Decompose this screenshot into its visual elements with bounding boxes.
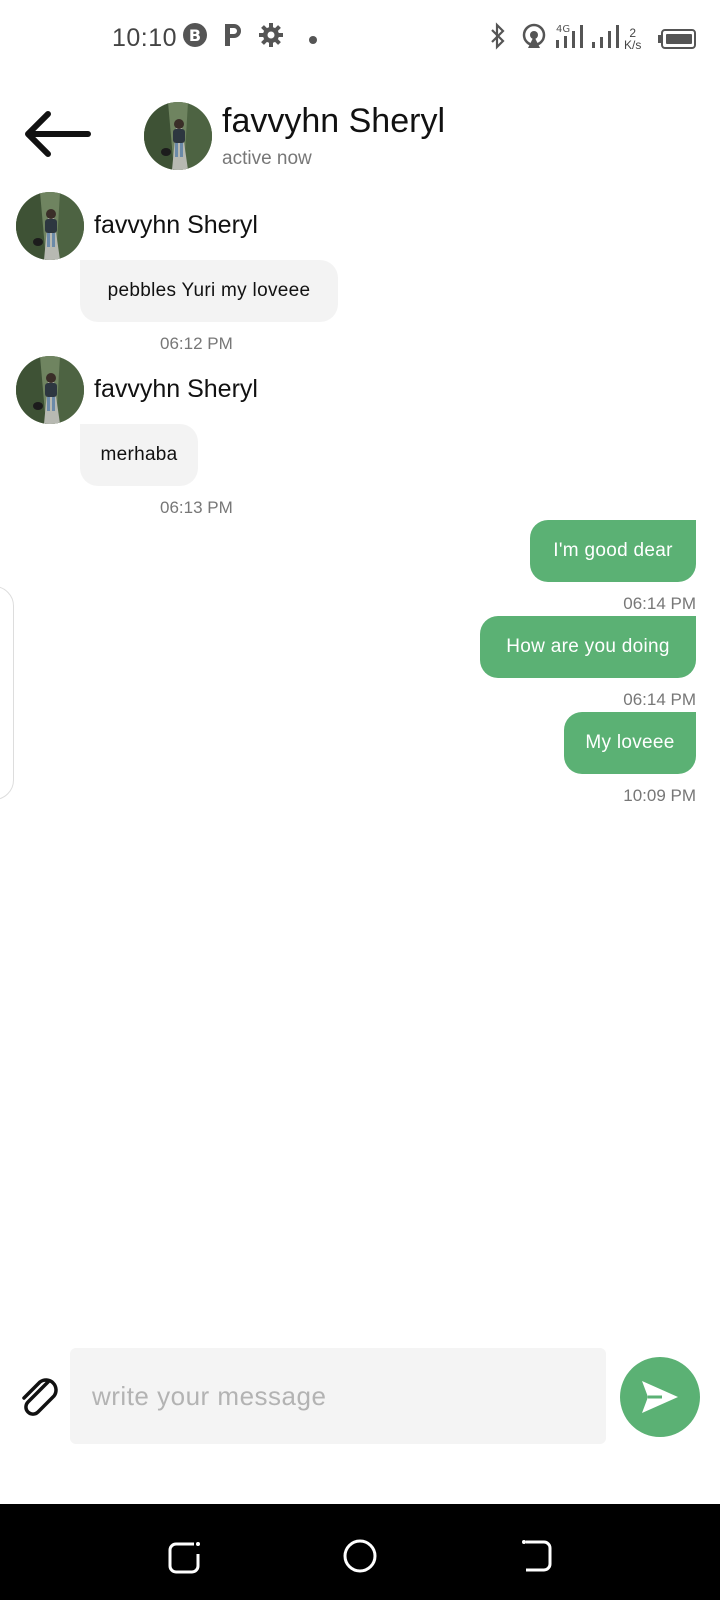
status-time: 10:10 (112, 24, 178, 52)
sender-avatar[interactable] (16, 192, 84, 260)
system-nav-bar (0, 1504, 720, 1600)
avatar-image (16, 192, 84, 260)
svg-text:B: B (189, 26, 201, 45)
outgoing-message-bubble[interactable]: My loveee (564, 712, 696, 774)
send-button[interactable] (620, 1357, 700, 1437)
side-drawer-handle[interactable] (0, 586, 14, 800)
recent-apps-icon[interactable] (164, 1536, 204, 1576)
network-speed: 2 K/s (624, 26, 642, 52)
avatar-image (16, 356, 84, 424)
message-text: My loveee (585, 732, 675, 753)
outgoing-message-bubble[interactable]: I'm good dear (530, 520, 696, 582)
back-arrow-icon[interactable] (22, 106, 92, 162)
message-sender-name: favvyhn Sheryl (94, 375, 258, 403)
message-sender-name: favvyhn Sheryl (94, 211, 258, 239)
bluetooth-icon (491, 22, 505, 50)
signal-4g-icon: 4G (556, 24, 583, 48)
contact-avatar[interactable] (144, 102, 212, 170)
message-time: 06:13 PM (160, 498, 233, 517)
incoming-message-bubble[interactable]: merhaba (80, 424, 198, 486)
chat-header: favvyhn Sheryl active now (0, 88, 720, 184)
message-text: How are you doing (506, 636, 670, 657)
avatar-image (144, 102, 212, 170)
message-input[interactable]: write your message (70, 1348, 606, 1444)
message-time: 06:12 PM (160, 334, 233, 353)
incoming-message-bubble[interactable]: pebbles Yuri my loveee (80, 260, 338, 322)
status-bar: 10:10 B 4G 2 K/s (0, 0, 720, 80)
gear-icon (259, 23, 283, 47)
hotspot-icon (522, 23, 546, 48)
sender-avatar[interactable] (16, 356, 84, 424)
outgoing-message-bubble[interactable]: How are you doing (480, 616, 696, 678)
contact-name: favvyhn Sheryl (222, 102, 445, 140)
message-text: pebbles Yuri my loveee (107, 280, 311, 301)
network-type-label: 4G (556, 24, 570, 35)
message-text: merhaba (100, 444, 178, 465)
contact-status: active now (222, 148, 312, 169)
battery-icon (658, 29, 696, 49)
b-badge-icon: B (183, 23, 207, 47)
home-icon[interactable] (340, 1536, 380, 1576)
message-time: 06:14 PM (623, 690, 696, 709)
signal-icon (592, 25, 619, 48)
back-nav-icon[interactable] (516, 1536, 556, 1576)
message-text: I'm good dear (553, 540, 673, 561)
parking-icon (225, 24, 241, 46)
message-time: 06:14 PM (623, 594, 696, 613)
paperclip-icon[interactable] (18, 1374, 60, 1420)
notification-dot-icon (309, 36, 317, 44)
message-time: 10:09 PM (623, 786, 696, 805)
message-input-placeholder: write your message (92, 1380, 327, 1411)
send-icon (642, 1381, 678, 1413)
